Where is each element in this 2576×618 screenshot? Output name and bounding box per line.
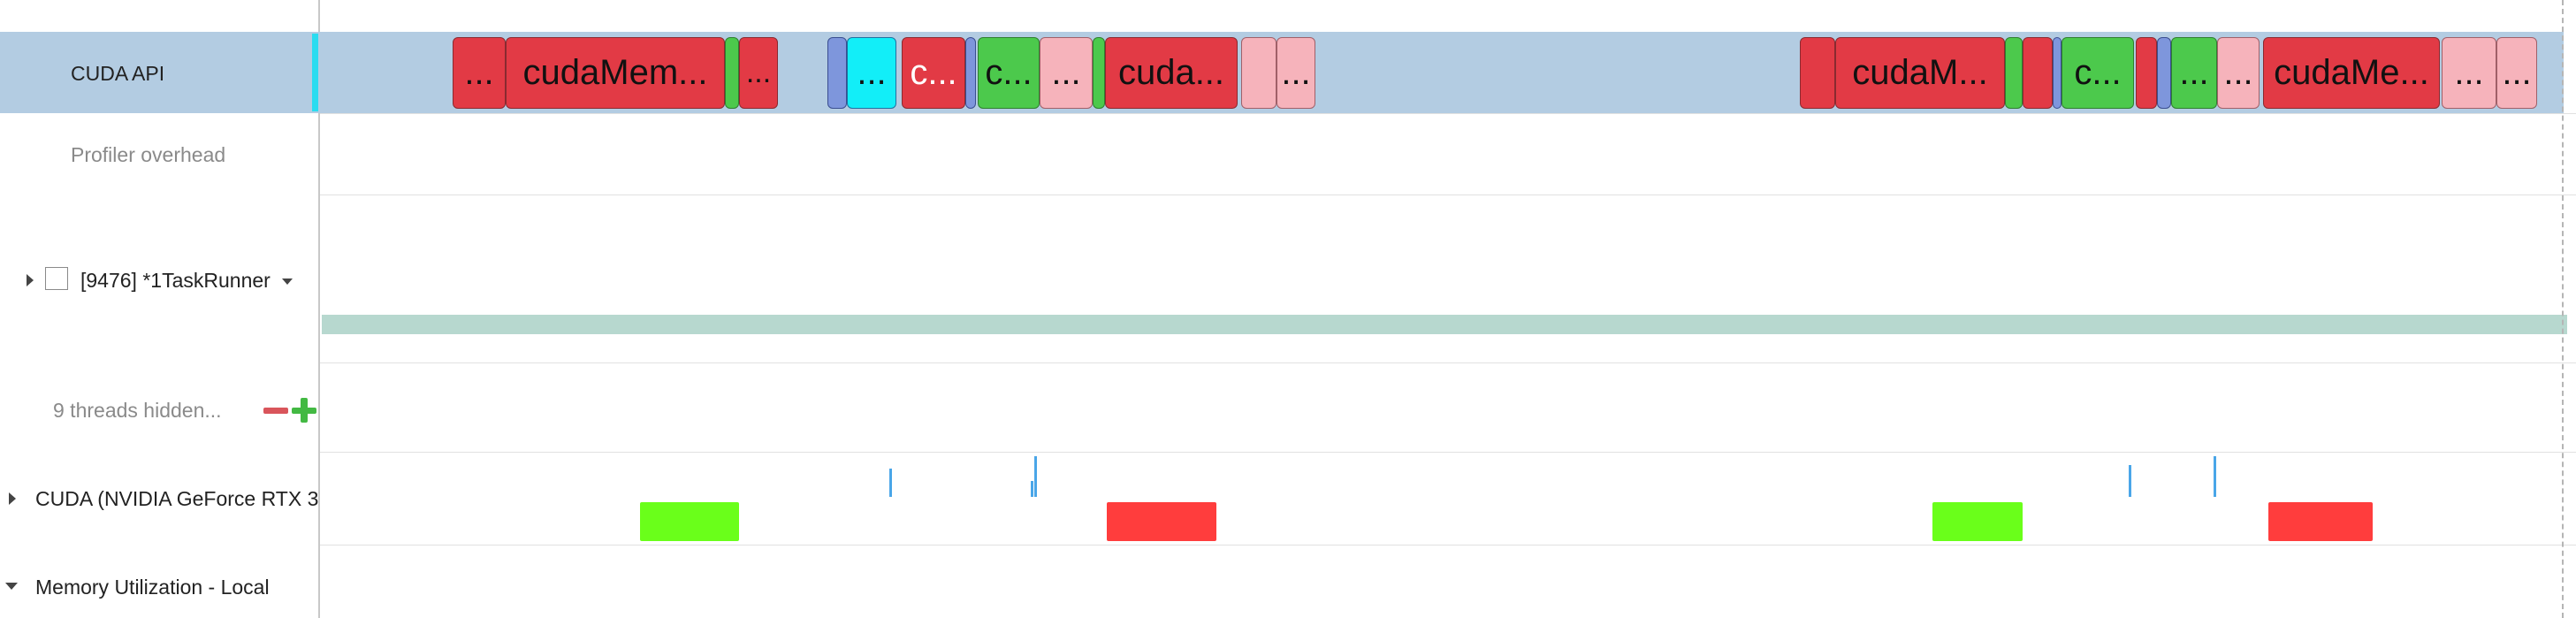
memcpy-marker[interactable] — [2214, 456, 2216, 497]
api-call-block[interactable] — [1800, 37, 1835, 109]
triangle-down-icon[interactable] — [5, 583, 18, 590]
kernel-block[interactable] — [2268, 502, 2373, 541]
api-call-block[interactable] — [827, 37, 847, 109]
thread-checkbox[interactable] — [45, 267, 68, 290]
nsight-timeline-view: { "rows": { "cuda_api": "CUDA API", "pro… — [0, 0, 2576, 618]
memcpy-marker[interactable] — [1034, 456, 1037, 497]
row-label-thread: [9476] *1TaskRunner — [80, 269, 271, 292]
kernel-block[interactable] — [1932, 502, 2023, 541]
api-call-block[interactable]: ... — [847, 37, 896, 109]
api-call-block[interactable] — [2005, 37, 2023, 109]
api-call-block[interactable] — [1241, 37, 1277, 109]
api-call-block[interactable] — [2053, 37, 2062, 109]
timeline-end-marker — [2562, 0, 2564, 618]
api-call-block[interactable] — [965, 37, 976, 109]
row-label-cuda-api: CUDA API — [71, 62, 165, 85]
row-label-cuda-device: CUDA (NVIDIA GeForce RTX 3060 — [35, 487, 318, 510]
api-call-block[interactable]: ... — [2217, 37, 2260, 109]
api-call-block[interactable]: cudaMem... — [506, 37, 725, 109]
api-call-block[interactable]: cuda... — [1105, 37, 1238, 109]
api-call-block[interactable]: c... — [978, 37, 1040, 109]
api-call-block[interactable] — [2136, 37, 2157, 109]
row-selection-accent — [312, 34, 318, 111]
api-call-block[interactable]: ... — [2171, 37, 2217, 109]
row-divider — [320, 113, 2576, 114]
api-call-block[interactable]: c... — [902, 37, 965, 109]
api-call-block[interactable]: ... — [1040, 37, 1093, 109]
thread-activity-bar[interactable] — [322, 315, 2567, 334]
api-call-block[interactable] — [2023, 37, 2053, 109]
chevron-down-icon[interactable] — [282, 278, 293, 285]
api-call-block[interactable]: ... — [2496, 37, 2537, 109]
triangle-right-icon[interactable] — [9, 492, 16, 505]
row-divider — [320, 362, 2576, 363]
api-call-block[interactable]: cudaM... — [1835, 37, 2005, 109]
memcpy-marker[interactable] — [1031, 481, 1033, 497]
api-call-block[interactable]: ... — [1277, 37, 1315, 109]
api-call-block[interactable] — [2157, 37, 2171, 109]
minus-icon[interactable] — [263, 408, 288, 414]
api-call-block[interactable]: ... — [739, 37, 778, 109]
kernel-block[interactable] — [640, 502, 739, 541]
api-call-block[interactable]: c... — [2062, 37, 2134, 109]
row-label-memory-utilization: Memory Utilization - Local — [35, 576, 270, 599]
row-divider — [320, 545, 2576, 546]
api-call-block[interactable] — [1093, 37, 1105, 109]
threads-hidden-label: 9 threads hidden... — [53, 399, 222, 422]
kernel-block[interactable] — [1107, 502, 1216, 541]
triangle-right-icon[interactable] — [27, 274, 34, 286]
row-divider — [320, 452, 2576, 453]
api-call-block[interactable]: ... — [2442, 37, 2496, 109]
memcpy-marker[interactable] — [889, 469, 892, 497]
plus-icon-vertical — [301, 398, 308, 423]
api-call-block[interactable]: cudaMe... — [2263, 37, 2440, 109]
memcpy-marker[interactable] — [2129, 465, 2131, 497]
api-call-block[interactable] — [725, 37, 739, 109]
api-call-block[interactable]: ... — [453, 37, 506, 109]
row-label-profiler-overhead: Profiler overhead — [71, 143, 226, 166]
